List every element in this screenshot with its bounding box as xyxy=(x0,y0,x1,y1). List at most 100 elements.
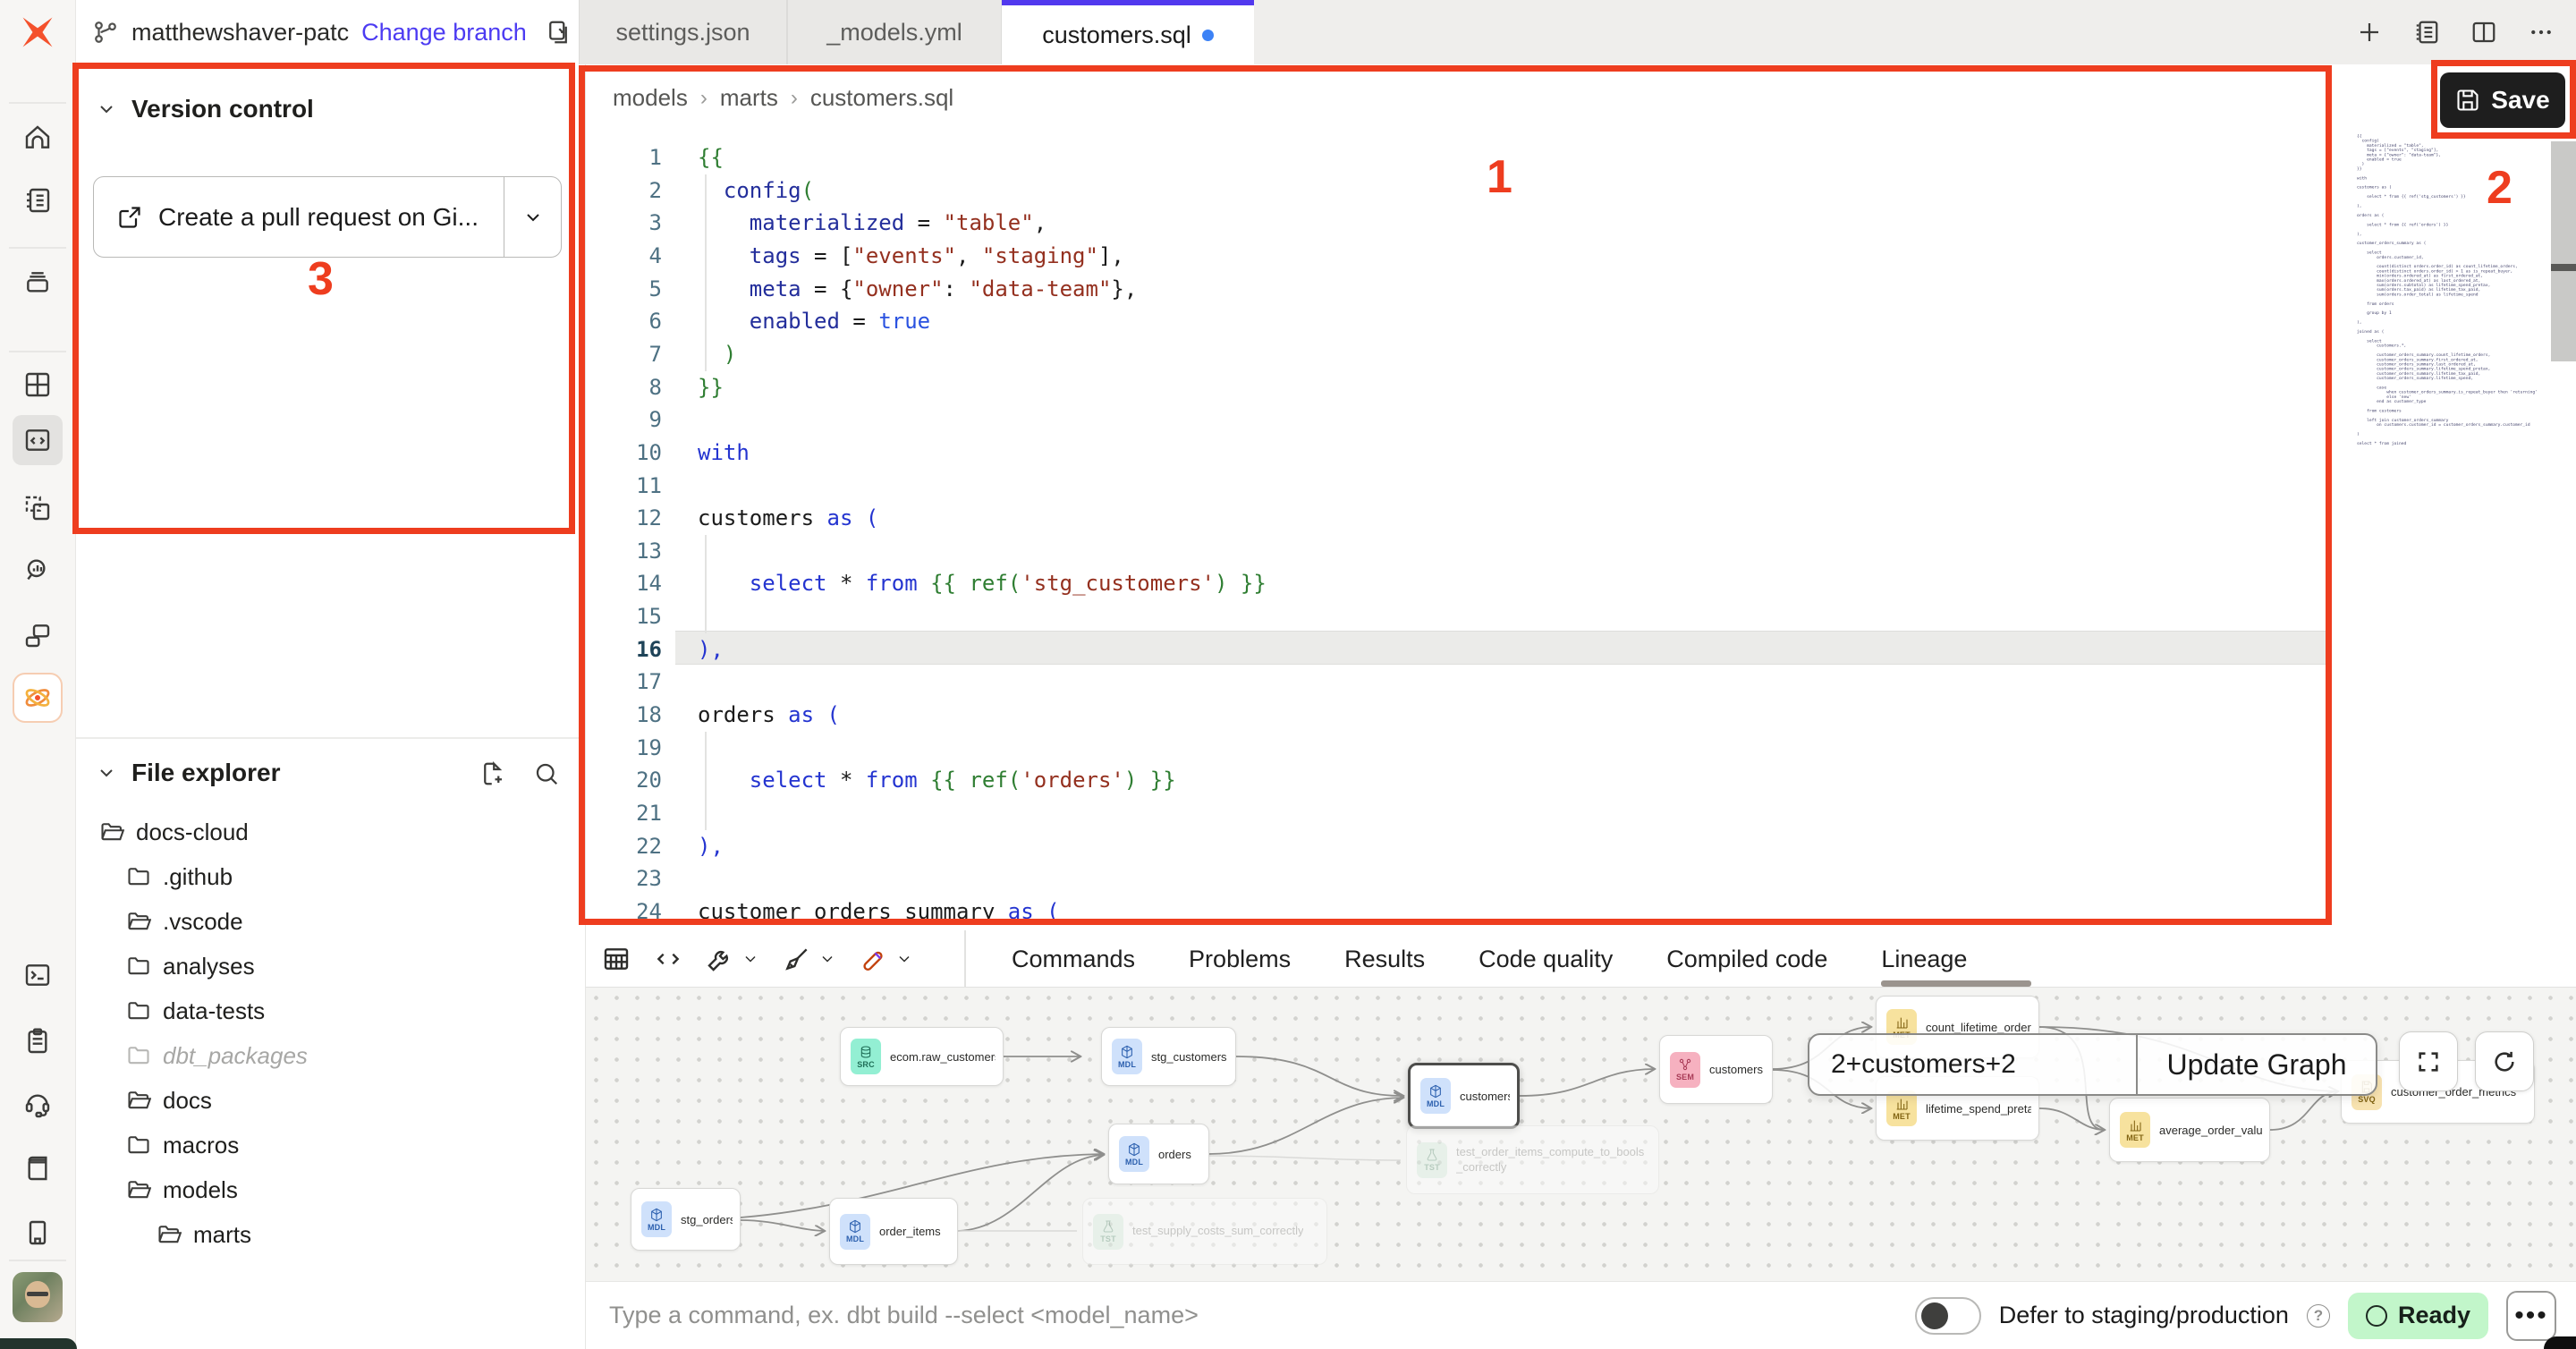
changelog-panel-icon[interactable] xyxy=(2413,19,2440,46)
copy-branch-icon[interactable] xyxy=(545,19,572,46)
file-tree-item-docs-cloud[interactable]: docs-cloud xyxy=(76,810,580,854)
create-pr-button[interactable]: Create a pull request on Gi... xyxy=(94,177,504,257)
chevron-down-icon[interactable] xyxy=(741,950,759,968)
home-icon[interactable] xyxy=(13,113,63,163)
notebook-icon[interactable] xyxy=(13,175,63,225)
editor-line-21[interactable]: 21 xyxy=(586,797,2332,830)
editor-line-10[interactable]: 10with xyxy=(586,437,2332,470)
file-tree-item-.github[interactable]: .github xyxy=(76,854,580,899)
lineage-node-average-order-value[interactable]: METaverage_order_value xyxy=(2109,1098,2270,1162)
new-file-icon[interactable] xyxy=(479,760,506,787)
file-tree-item-data-tests[interactable]: data-tests xyxy=(76,988,580,1033)
apps-icon[interactable] xyxy=(13,610,63,660)
lineage-node-test-order-items[interactable]: TSTtest_order_items_compute_to_bools _co… xyxy=(1406,1125,1659,1194)
editor-line-23[interactable]: 23 xyxy=(586,862,2332,895)
lineage-node-order-items[interactable]: MDLorder_items xyxy=(829,1198,958,1265)
editor-line-1[interactable]: 1{{ xyxy=(586,141,2332,174)
minimap[interactable]: {{ config( materialized = "table", tags … xyxy=(2332,64,2576,930)
editor-line-3[interactable]: 3 materialized = "table", xyxy=(586,207,2332,240)
code-editor-icon[interactable] xyxy=(13,415,63,465)
user-avatar[interactable] xyxy=(13,1272,63,1322)
chat-widget-corner[interactable] xyxy=(2544,1336,2576,1349)
code-area[interactable]: 1{{2 config(3 materialized = "table",4 t… xyxy=(586,64,2332,930)
editor-line-14[interactable]: 14 select * from {{ ref('stg_customers')… xyxy=(586,567,2332,600)
jobs-tray-icon[interactable] xyxy=(13,258,63,308)
terminal-icon[interactable] xyxy=(13,950,63,1000)
more-options-icon[interactable] xyxy=(2528,19,2555,46)
refresh-button[interactable] xyxy=(2475,1031,2534,1091)
editor-line-5[interactable]: 5 meta = {"owner": "data-team"}, xyxy=(586,273,2332,306)
panel-tab-commands[interactable]: Commands xyxy=(1012,946,1135,973)
editor-line-18[interactable]: 18orders as ( xyxy=(586,699,2332,732)
panel-tab-compiled-code[interactable]: Compiled code xyxy=(1666,946,1827,973)
support-headset-icon[interactable] xyxy=(13,1079,63,1129)
ai-fix-wand-icon[interactable] xyxy=(860,945,888,973)
command-input[interactable]: Type a command, ex. dbt build --select <… xyxy=(609,1302,1199,1329)
file-tree-item-analyses[interactable]: analyses xyxy=(76,944,580,988)
pr-button-dropdown[interactable] xyxy=(504,177,561,257)
defer-toggle[interactable] xyxy=(1915,1297,1981,1335)
file-tree-item-models[interactable]: models xyxy=(76,1167,580,1212)
build-wrench-icon[interactable] xyxy=(706,945,734,973)
dbt-fusion-atom-icon[interactable] xyxy=(13,673,63,723)
update-graph-button[interactable]: Update Graph xyxy=(2136,1035,2376,1094)
editor-line-22[interactable]: 22), xyxy=(586,830,2332,863)
lineage-node-stg-orders[interactable]: MDLstg_orders xyxy=(631,1188,741,1251)
editor-line-15[interactable]: 15 xyxy=(586,600,2332,633)
search-files-icon[interactable] xyxy=(533,760,560,787)
lineage-node-stg-customers[interactable]: MDLstg_customers xyxy=(1101,1027,1236,1086)
format-broom-icon[interactable] xyxy=(783,945,811,973)
tab-_models.yml[interactable]: _models.yml xyxy=(787,0,1002,64)
editor-line-24[interactable]: 24customer_orders_summary as ( xyxy=(586,895,2332,929)
tab-settings.json[interactable]: settings.json xyxy=(579,0,787,64)
panel-tab-lineage[interactable]: Lineage xyxy=(1881,946,1967,973)
editor-line-16[interactable]: 16), xyxy=(586,633,2332,666)
version-control-header[interactable]: Version control xyxy=(96,89,314,129)
file-tree-item-.vscode[interactable]: .vscode xyxy=(76,899,580,944)
status-badge[interactable]: Ready xyxy=(2348,1293,2488,1339)
editor-line-2[interactable]: 2 config( xyxy=(586,174,2332,208)
editor-line-11[interactable]: 11 xyxy=(586,470,2332,503)
change-branch-link[interactable]: Change branch xyxy=(361,19,527,47)
lineage-node-orders[interactable]: MDLorders xyxy=(1108,1124,1209,1184)
file-tree-item-macros[interactable]: macros xyxy=(76,1123,580,1167)
status-more-button[interactable]: ••• xyxy=(2506,1291,2556,1341)
lineage-node-customers-sem[interactable]: SEMcustomers xyxy=(1659,1035,1773,1104)
panel-tab-results[interactable]: Results xyxy=(1344,946,1425,973)
editor-line-9[interactable]: 9 xyxy=(586,403,2332,437)
split-view-icon[interactable] xyxy=(2470,19,2497,46)
preview-table-icon[interactable] xyxy=(602,945,631,973)
minimap-scrollbar-thumb[interactable] xyxy=(2551,141,2576,361)
new-tab-plus-icon[interactable] xyxy=(2356,19,2383,46)
onboarding-widget-corner[interactable] xyxy=(0,1338,77,1349)
editor-line-20[interactable]: 20 select * from {{ ref('orders') }} xyxy=(586,764,2332,797)
editor-line-6[interactable]: 6 enabled = true xyxy=(586,305,2332,338)
file-tree-item-docs[interactable]: docs xyxy=(76,1078,580,1123)
chevron-down-icon[interactable] xyxy=(895,950,913,968)
editor-line-13[interactable]: 13 xyxy=(586,535,2332,568)
compile-code-icon[interactable] xyxy=(654,945,682,973)
editor-line-7[interactable]: 7 ) xyxy=(586,338,2332,371)
lineage-node-customers-model[interactable]: MDLcustomers xyxy=(1408,1063,1520,1129)
organization-icon[interactable] xyxy=(13,1208,63,1258)
clipboard-icon[interactable] xyxy=(13,1016,63,1066)
save-button[interactable]: Save xyxy=(2440,72,2565,128)
panel-tab-code-quality[interactable]: Code quality xyxy=(1479,946,1613,973)
editor-line-17[interactable]: 17 xyxy=(586,666,2332,699)
graph-selector-input[interactable]: 2+customers+2 xyxy=(1809,1035,2136,1094)
chevron-down-icon[interactable] xyxy=(818,950,836,968)
tab-customers.sql[interactable]: customers.sql xyxy=(1002,0,1254,64)
panel-tab-problems[interactable]: Problems xyxy=(1189,946,1291,973)
lineage-canvas[interactable]: SRCecom.raw_customers MDLstg_customers MDL… xyxy=(586,988,2576,1281)
lineage-node-test-supply-costs[interactable]: TSTtest_supply_costs_sum_correctly xyxy=(1082,1198,1327,1265)
file-tree-item-dbt_packages[interactable]: dbt_packages xyxy=(76,1033,580,1078)
explore-insights-icon[interactable] xyxy=(13,546,63,596)
editor-line-4[interactable]: 4 tags = ["events", "staging"], xyxy=(586,240,2332,273)
lineage-node-raw-customers[interactable]: SRCecom.raw_customers xyxy=(840,1027,1004,1086)
editor-line-8[interactable]: 8}} xyxy=(586,371,2332,404)
file-tree-item-marts[interactable]: marts xyxy=(76,1212,580,1257)
fullscreen-button[interactable] xyxy=(2399,1031,2458,1091)
help-icon[interactable]: ? xyxy=(2307,1304,2330,1328)
file-explorer-header[interactable]: File explorer xyxy=(96,753,281,793)
dashboard-icon[interactable] xyxy=(13,360,63,410)
